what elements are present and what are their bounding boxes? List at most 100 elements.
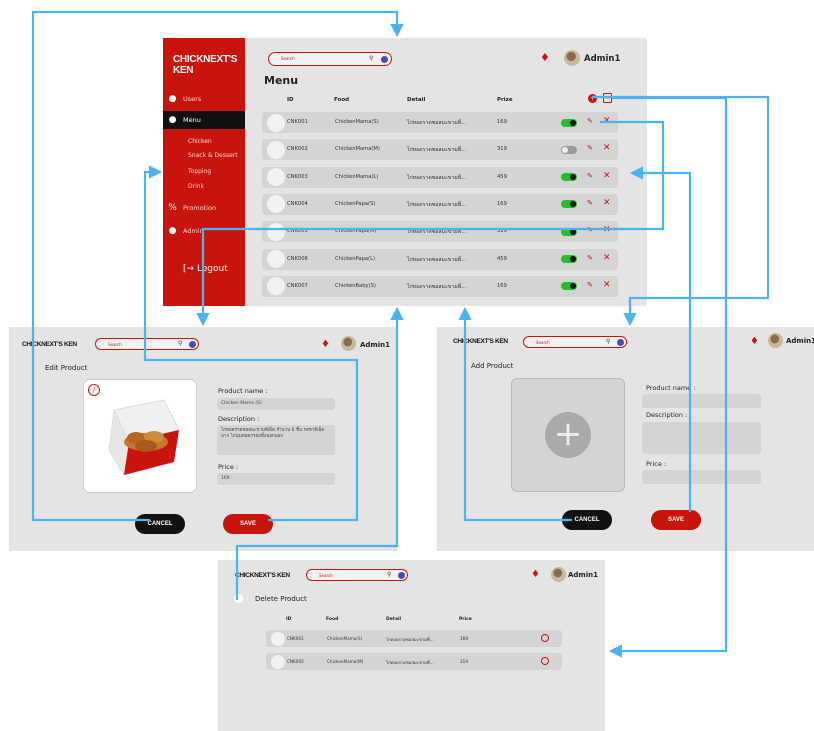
plus-icon[interactable]: +: [545, 412, 591, 458]
product-image: [83, 379, 197, 493]
availability-toggle[interactable]: [561, 145, 577, 154]
search-icon[interactable]: ⚲: [387, 571, 391, 578]
availability-toggle[interactable]: [561, 200, 577, 209]
save-button[interactable]: SAVE: [651, 510, 701, 530]
filter-icon[interactable]: [189, 341, 196, 348]
row-id: CNK001: [287, 635, 304, 641]
description-field[interactable]: ไก่ทอดราดซอสมะขามพี่เผ็ด จำนวน 6 ชิ้น รส…: [217, 425, 335, 455]
search-placeholder: Search: [319, 572, 333, 578]
cancel-button[interactable]: CANCEL: [135, 514, 185, 534]
close-icon[interactable]: ✕: [603, 143, 611, 153]
close-icon[interactable]: ✕: [603, 225, 611, 235]
row-price: 319: [460, 658, 468, 664]
price-field[interactable]: 169: [217, 473, 335, 485]
sidebar-item-promotion[interactable]: % Promotion: [163, 199, 245, 217]
image-upload-box[interactable]: +: [511, 378, 625, 492]
row-thumbnail: [267, 113, 285, 132]
availability-toggle[interactable]: [561, 118, 577, 127]
cancel-button[interactable]: CANCEL: [562, 510, 612, 530]
pencil-icon[interactable]: ✎: [587, 117, 593, 125]
search-input[interactable]: Search ⚲: [95, 338, 199, 350]
product-name-field[interactable]: [642, 394, 761, 408]
table-row[interactable]: CNK004 ChickenPapa(S) ไก่ทอดราดซอสมะขามพี่…: [262, 193, 618, 215]
pencil-icon[interactable]: ✎: [587, 199, 593, 207]
pencil-icon[interactable]: ✎: [587, 172, 593, 180]
edit-image-icon[interactable]: /: [88, 384, 100, 396]
pencil-icon[interactable]: ✎: [587, 281, 593, 289]
close-icon[interactable]: ✕: [603, 253, 611, 263]
close-icon[interactable]: ✕: [603, 280, 611, 290]
search-placeholder: Search: [281, 56, 295, 61]
availability-toggle[interactable]: [561, 255, 577, 263]
row-thumbnail: [267, 195, 285, 214]
pencil-icon[interactable]: ✎: [587, 226, 593, 234]
table-row[interactable]: CNK002 ChickenMama(M) ไก่ทอดราดซอสมะขามพี่…: [262, 139, 618, 161]
trash-icon[interactable]: ≡: [603, 93, 612, 103]
table-row[interactable]: CNK001 ChickenMama(S) ไก่ทอดราดซอสมะขามพี่…: [266, 630, 562, 647]
availability-toggle[interactable]: [561, 173, 577, 182]
brand-logo: CHICKNEXT'S KEN: [22, 341, 77, 348]
bell-icon[interactable]: ♦: [750, 336, 759, 347]
delete-radio[interactable]: [541, 657, 549, 665]
submenu-snack-dessert[interactable]: Snack & Dessert: [188, 152, 238, 159]
submenu-drink[interactable]: Drink: [188, 183, 204, 190]
row-thumbnail: [267, 277, 285, 296]
row-detail: ไก่ทอดราดซอสมะขามพี่...: [407, 120, 466, 126]
price-field[interactable]: [642, 470, 761, 484]
table-row[interactable]: CNK005 ChickenPapa(M) ไก่ทอดราดซอสมะขามพี่…: [262, 221, 618, 243]
row-thumbnail: [267, 168, 285, 187]
save-button[interactable]: SAVE: [223, 514, 273, 534]
product-name-field[interactable]: Chicken Mama (S): [217, 398, 335, 410]
sidebar-item-admin[interactable]: ● Admin: [163, 222, 245, 240]
submenu-topping[interactable]: Topping: [188, 168, 211, 175]
logout-label: Logout: [196, 264, 228, 274]
bell-icon[interactable]: ♦: [321, 339, 330, 350]
row-detail: ไก่ทอดราดซอสมะขามพี่...: [407, 256, 466, 263]
sidebar-item-menu[interactable]: ● Menu: [163, 111, 245, 129]
filter-icon[interactable]: [398, 572, 405, 579]
availability-toggle[interactable]: [561, 282, 577, 291]
filter-icon[interactable]: [381, 56, 388, 63]
row-food: ChickenBaby(S): [335, 282, 376, 289]
avatar[interactable]: [564, 50, 580, 66]
submenu-chicken[interactable]: Chicken: [188, 138, 212, 145]
select-all-checkbox[interactable]: [234, 594, 243, 603]
filter-icon[interactable]: [617, 339, 624, 346]
search-icon[interactable]: ⚲: [606, 338, 610, 345]
close-icon[interactable]: ✕: [603, 171, 611, 181]
delete-radio[interactable]: [541, 634, 549, 642]
table-row[interactable]: CNK007 ChickenBaby(S) ไก่ทอดราดซอสมะขามพี่…: [262, 275, 618, 297]
table-row[interactable]: CNK003 ChickenMama(L) ไก่ทอดราดซอสมะขามพี่…: [262, 166, 618, 188]
user-name: Admin1: [568, 571, 598, 579]
search-input[interactable]: Search ⚲: [523, 336, 627, 348]
table-row[interactable]: CNK001 ChickenMama(S) ไก่ทอดราดซอสมะขามพี่…: [262, 112, 618, 133]
search-icon[interactable]: ⚲: [369, 55, 373, 62]
availability-toggle[interactable]: [561, 227, 577, 236]
column-header-detail: Detail: [386, 617, 402, 622]
pencil-icon[interactable]: ✎: [587, 144, 593, 152]
avatar[interactable]: [341, 336, 356, 351]
search-icon[interactable]: ⚲: [178, 340, 182, 347]
row-detail: ไก่ทอดราดซอสมะขามพี่...: [407, 283, 466, 290]
sidebar: CHICKNEXT'S KEN ● Users ● Menu Chicken S…: [163, 38, 245, 306]
table-row[interactable]: CNK002 ChickenMama(M) ไก่ทอดราดซอสมะขามพี่…: [266, 653, 562, 670]
table-row[interactable]: CNK006 ChickenPapa(L) ไก่ทอดราดซอสมะขามพี่…: [262, 248, 618, 270]
close-icon[interactable]: ✕: [603, 116, 611, 126]
row-food: ChickenMama(S): [335, 119, 379, 125]
bell-icon[interactable]: ♦: [531, 569, 540, 580]
avatar[interactable]: [551, 567, 566, 582]
sidebar-item-users[interactable]: ● Users: [163, 90, 245, 108]
bell-icon[interactable]: ♦: [540, 51, 550, 64]
row-detail: ไก่ทอดราดซอสมะขามพี่...: [407, 229, 466, 236]
user-name: Admin1: [584, 54, 621, 64]
description-label: Description :: [646, 411, 688, 419]
search-input[interactable]: Search ⚲: [268, 52, 392, 66]
close-icon[interactable]: ✕: [603, 198, 611, 208]
logout-button[interactable]: [→ Logout: [183, 264, 228, 274]
search-input[interactable]: Search ⚲: [306, 569, 408, 581]
avatar[interactable]: [768, 333, 783, 348]
section-title: Delete Product: [255, 595, 307, 603]
pencil-icon[interactable]: ✎: [587, 254, 593, 262]
description-field[interactable]: [642, 422, 761, 454]
add-icon[interactable]: +: [588, 94, 597, 103]
